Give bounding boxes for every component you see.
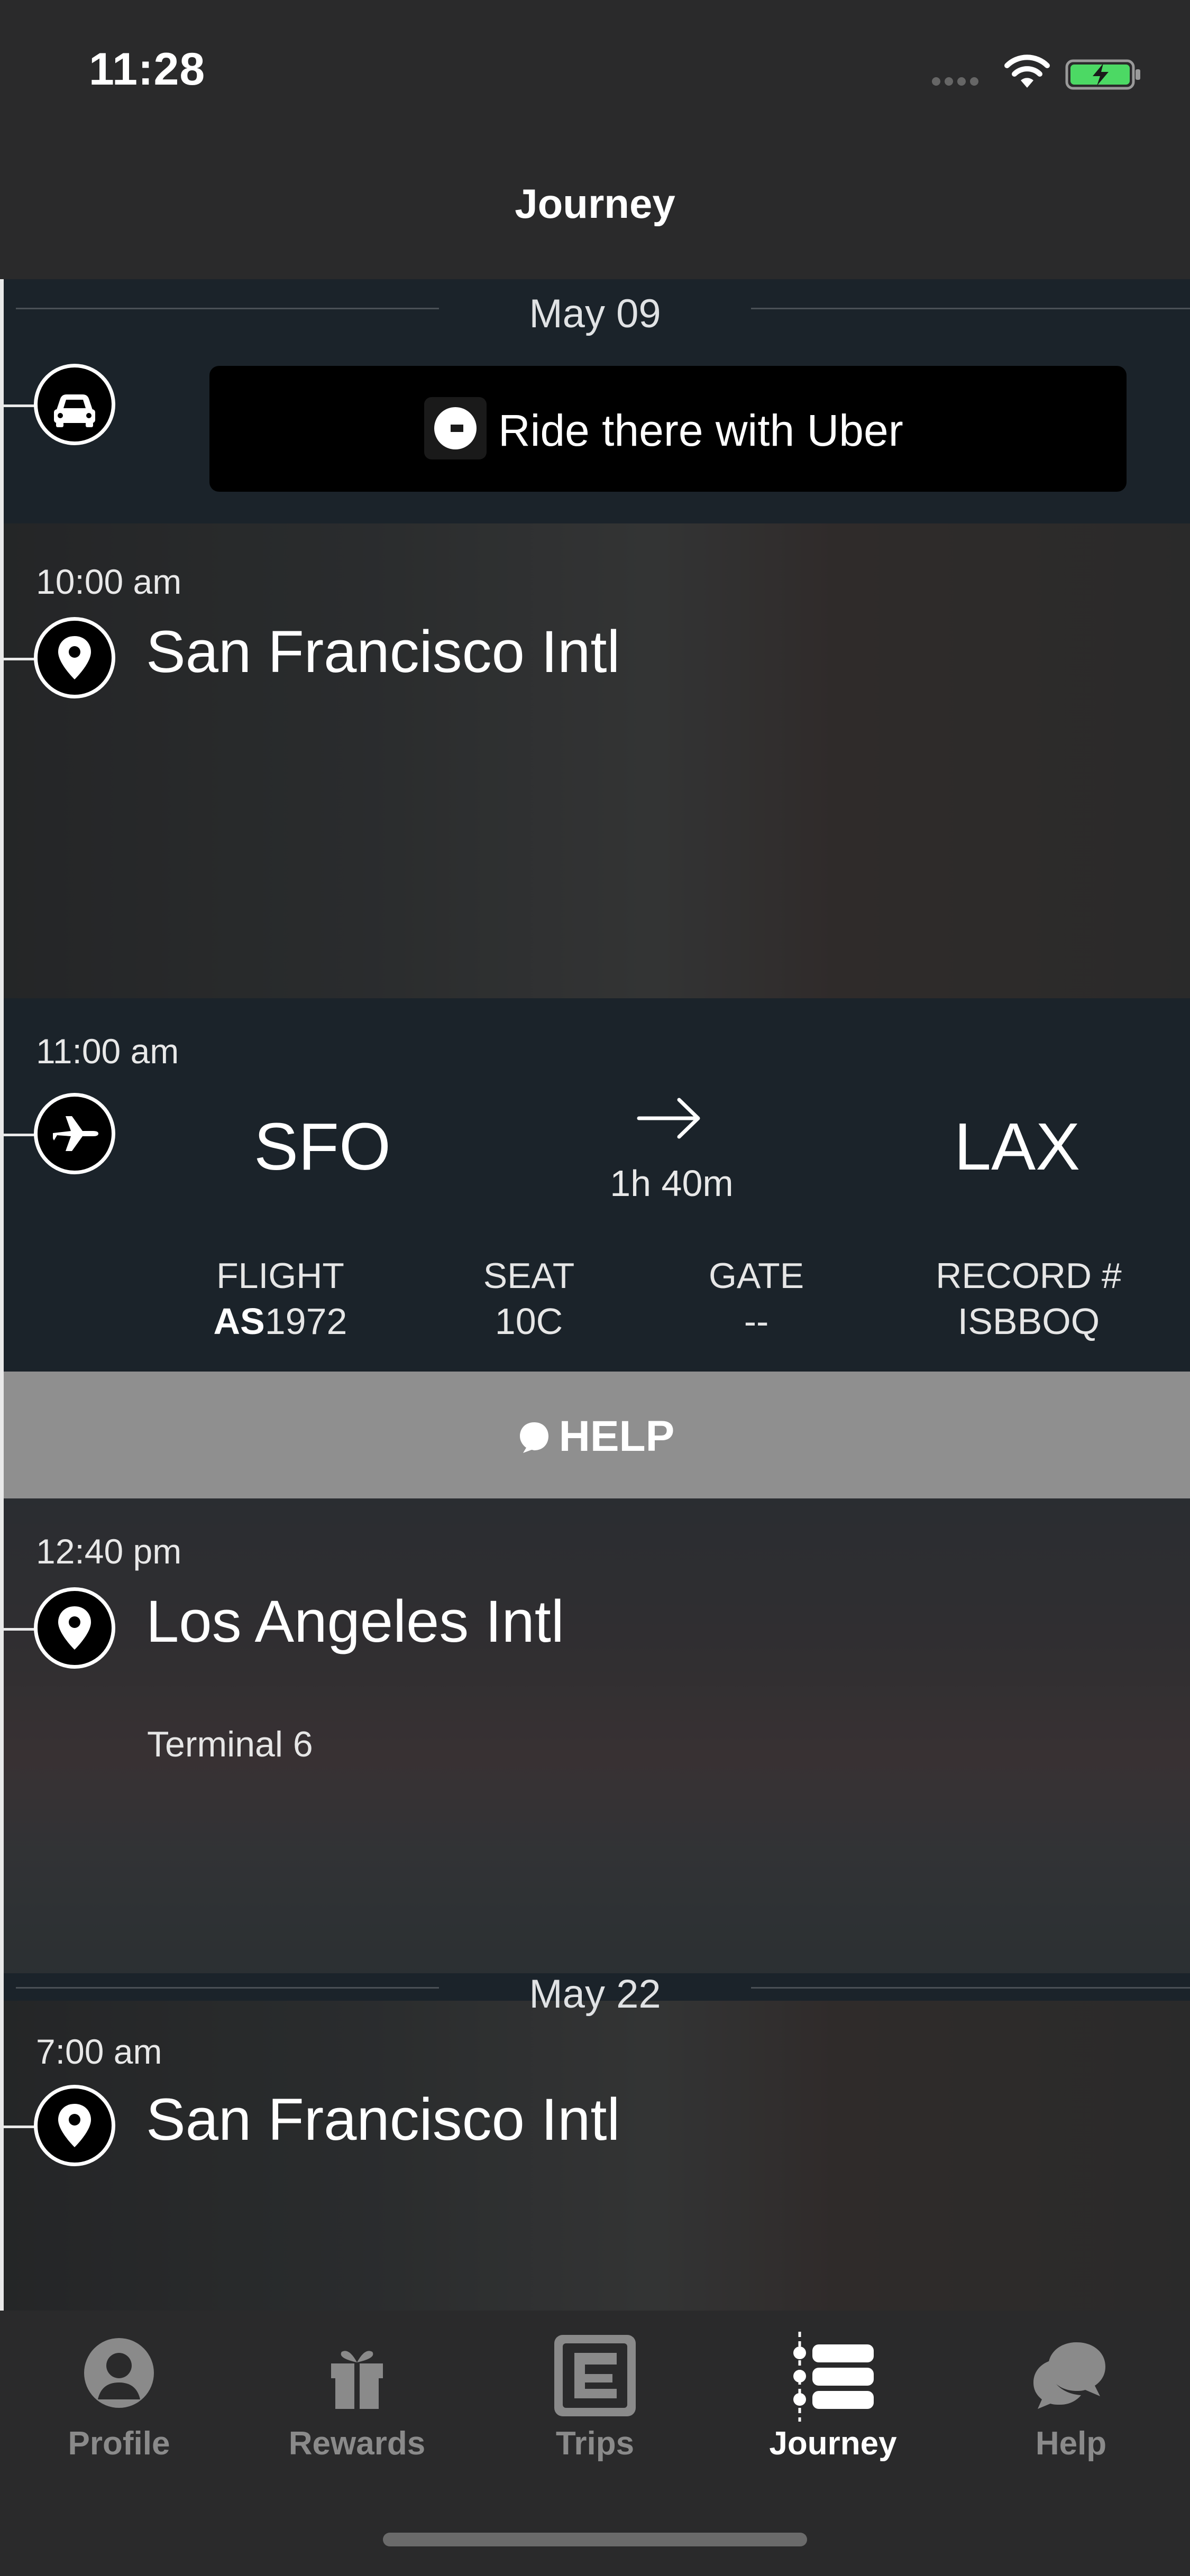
location-node: [0, 617, 116, 702]
gift-icon: [331, 2351, 383, 2409]
home-indicator[interactable]: [383, 2533, 807, 2546]
help-button[interactable]: HELP: [0, 1372, 1190, 1498]
stop-time: 10:00 am: [36, 562, 182, 601]
seat-value: 10C: [495, 1301, 563, 1342]
gate-detail: GATE --: [672, 1253, 841, 1344]
date-header: May 09: [0, 291, 1190, 336]
flight-number: 1972: [264, 1301, 347, 1342]
journey-timeline[interactable]: Ride there with Uber May 09 10:00 am San…: [0, 279, 1190, 2311]
tab-journey[interactable]: Journey: [714, 2332, 952, 2490]
status-bar: 11:28 Journey: [0, 0, 1190, 227]
record-detail: RECORD # ISBBOQ: [899, 1253, 1158, 1344]
chat-bubble-icon: [519, 1422, 548, 1453]
car-icon: [54, 394, 95, 427]
seat-label: SEAT: [483, 1256, 575, 1296]
airplane-icon: [53, 1116, 98, 1151]
location-pin-icon: [58, 1606, 91, 1650]
tab-help[interactable]: Help: [952, 2332, 1190, 2490]
destination-code: LAX: [954, 1109, 1081, 1184]
date-label: May 09: [529, 291, 661, 336]
airline-code: AS: [213, 1301, 265, 1342]
location-pin-icon: [58, 2104, 91, 2147]
location-node: [0, 2085, 116, 2169]
stop-place: San Francisco Intl: [146, 619, 620, 685]
terminal-label: Terminal 6: [147, 1724, 313, 1764]
gate-value: --: [744, 1301, 769, 1342]
stop-place: Los Angeles Intl: [146, 1588, 564, 1654]
uber-button-label: Ride there with Uber: [498, 406, 903, 455]
profile-icon: [84, 2338, 154, 2408]
wifi-icon: [1004, 54, 1050, 88]
status-time: 11:28: [89, 44, 206, 95]
stop-place: San Francisco Intl: [146, 2086, 620, 2152]
ride-with-uber-button[interactable]: Ride there with Uber: [209, 366, 1127, 492]
chat-bubbles-icon: [1033, 2342, 1105, 2409]
help-label: HELP: [559, 1412, 675, 1460]
date-header: May 22: [0, 1972, 1190, 2017]
record-value: ISBBOQ: [957, 1301, 1100, 1342]
timeline-line: [0, 279, 4, 2311]
location-node: [0, 1587, 116, 1672]
stop-card-sfo[interactable]: 10:00 am San Francisco Intl: [0, 523, 1190, 998]
flight-card[interactable]: 11:00 am SFO 1h 40m LAX FLIGHT AS1972 SE…: [0, 998, 1190, 1372]
cellular-signal-icon: [932, 77, 983, 88]
flight-number-detail: FLIGHT AS1972: [190, 1253, 370, 1344]
tab-profile[interactable]: Profile: [0, 2332, 238, 2490]
journey-icon: [793, 2332, 874, 2422]
date-label: May 22: [529, 1972, 661, 2017]
page-title: Journey: [515, 180, 675, 227]
seat-detail: SEAT 10C: [444, 1253, 614, 1344]
stop-time: 7:00 am: [36, 2032, 162, 2071]
flight-label: FLIGHT: [216, 1256, 344, 1296]
flight-duration: 1h 40m: [610, 1163, 734, 1204]
car-node: [0, 364, 116, 448]
flight-node: [0, 1093, 116, 1177]
record-label: RECORD #: [936, 1256, 1122, 1296]
trips-icon: [554, 2335, 636, 2416]
arrow-right-icon: [637, 1098, 700, 1139]
stop-time: 12:40 pm: [36, 1532, 182, 1571]
tab-rewards[interactable]: Rewards: [238, 2332, 476, 2490]
location-pin-icon: [58, 636, 91, 679]
origin-code: SFO: [254, 1109, 391, 1184]
uber-logo-icon: [424, 397, 487, 459]
stop-card-sfo-return[interactable]: 7:00 am San Francisco Intl: [0, 2001, 1190, 2311]
battery-icon: [1065, 59, 1140, 90]
stop-card-lax[interactable]: 12:40 pm Los Angeles Intl Terminal 6: [0, 1498, 1190, 1973]
gate-label: GATE: [708, 1256, 804, 1296]
tab-trips[interactable]: Trips: [476, 2332, 714, 2490]
flight-time: 11:00 am: [36, 1032, 179, 1071]
